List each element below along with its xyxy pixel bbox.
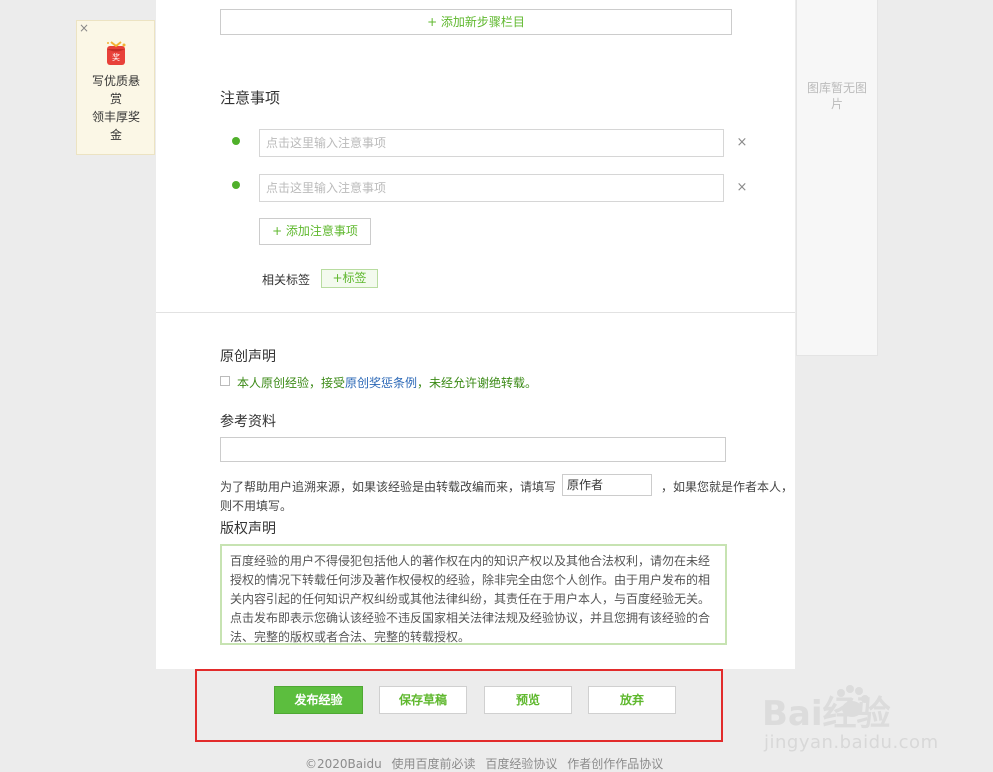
remove-note-icon[interactable]: × bbox=[736, 181, 748, 194]
baidu-watermark-logo: Bai经验 bbox=[762, 685, 891, 734]
save-draft-button[interactable]: 保存草稿 bbox=[379, 686, 467, 714]
bullet-dot-icon bbox=[232, 137, 240, 145]
note-input-1[interactable] bbox=[259, 129, 724, 157]
original-author-input[interactable]: 原作者 bbox=[562, 474, 652, 496]
notes-title: 注意事项 bbox=[220, 89, 281, 107]
footer-link-author-agreement[interactable]: 作者创作作品协议 bbox=[567, 757, 663, 771]
reward-badge-text: 奖 bbox=[112, 52, 120, 62]
add-note-button[interactable]: + 添加注意事项 bbox=[259, 218, 371, 245]
close-icon[interactable]: × bbox=[79, 22, 89, 34]
source-hint-text-2: ，如果您就是作者本人， bbox=[661, 480, 794, 494]
reference-title: 参考资料 bbox=[220, 414, 276, 430]
section-divider bbox=[156, 312, 795, 313]
footer-copyright: ©2020Baidu bbox=[305, 757, 382, 771]
original-declaration-text: 本人原创经验，接受原创奖惩条例，未经允许谢绝转载。 bbox=[237, 376, 538, 390]
footer: ©2020Baidu 使用百度前必读 百度经验协议 作者创作作品协议 bbox=[305, 755, 669, 772]
bullet-dot-icon bbox=[232, 181, 240, 189]
reference-textarea[interactable] bbox=[220, 437, 726, 462]
footer-link-guide[interactable]: 使用百度前必读 bbox=[392, 757, 476, 771]
abandon-button[interactable]: 放弃 bbox=[588, 686, 676, 714]
add-step-button[interactable]: + 添加新步骤栏目 bbox=[220, 9, 732, 35]
footer-link-agreement[interactable]: 百度经验协议 bbox=[485, 757, 557, 771]
copyright-title: 版权声明 bbox=[220, 521, 276, 537]
add-tag-button[interactable]: +标签 bbox=[321, 269, 378, 288]
remove-note-icon[interactable]: × bbox=[736, 136, 748, 149]
gallery-empty-text: 图库暂无图 片 bbox=[806, 81, 867, 111]
note-input-2[interactable] bbox=[259, 174, 724, 202]
preview-button[interactable]: 预览 bbox=[484, 686, 572, 714]
source-hint-text: 为了帮助用户追溯来源，如果该经验是由转载改编而来，请填写 bbox=[220, 480, 557, 494]
original-checkbox[interactable] bbox=[220, 376, 230, 386]
source-hint-text-3: 则不用填写。 bbox=[220, 499, 293, 513]
watermark-url: jingyan.baidu.com bbox=[764, 732, 939, 753]
reward-text[interactable]: 写优质悬 赏 领丰厚奖 金 bbox=[80, 72, 152, 144]
copyright-notice: 百度经验的用户不得侵犯包括他人的著作权在内的知识产权以及其他合法权利，请勿在未经… bbox=[220, 544, 727, 645]
tags-label: 相关标签 bbox=[262, 273, 311, 287]
watermark-logo-text: Bai经验 bbox=[762, 694, 891, 734]
original-declaration-title: 原创声明 bbox=[220, 349, 276, 365]
original-rules-link[interactable]: 原创奖惩条例 bbox=[345, 376, 417, 390]
image-gallery-panel bbox=[796, 0, 878, 356]
red-envelope-icon: 奖 bbox=[107, 41, 126, 65]
publish-button[interactable]: 发布经验 bbox=[274, 686, 363, 714]
